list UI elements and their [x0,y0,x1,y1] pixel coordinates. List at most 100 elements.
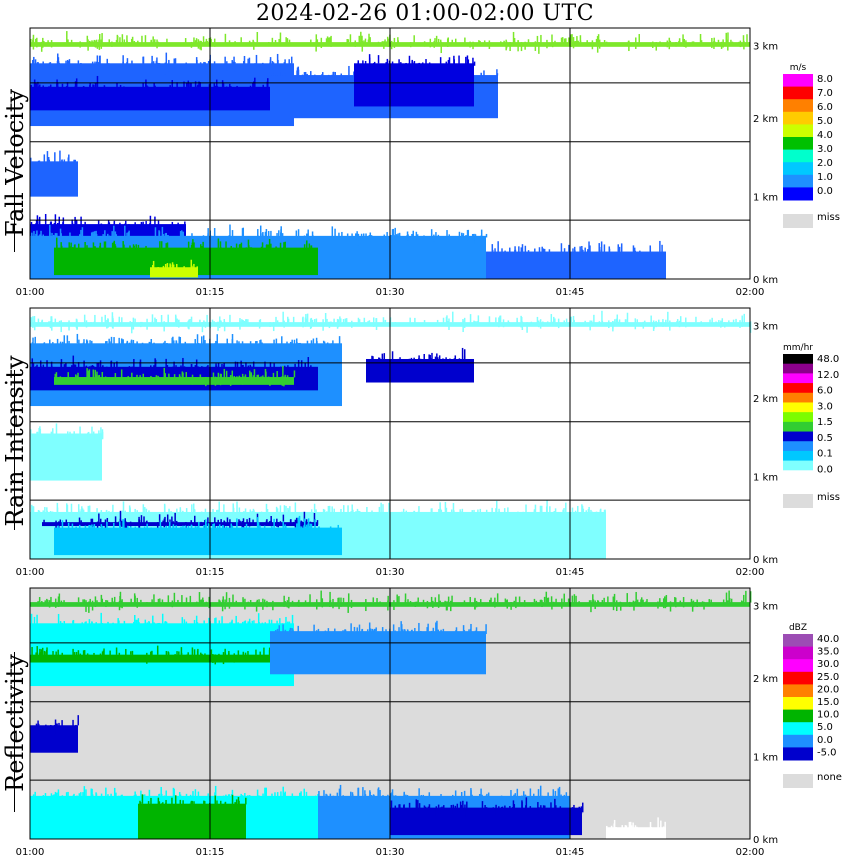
echo-speckle [322,319,324,331]
echo-speckle [125,648,127,660]
echo-speckle [524,245,527,254]
echo-speckle [310,340,313,348]
echo-speckle [276,620,278,628]
legend-swatch [783,373,813,384]
echo-speckle [241,621,244,632]
echo-speckle [36,431,38,435]
echo-speckle [313,624,315,635]
echo-speckle [57,596,60,605]
echo-speckle [160,793,163,800]
echo-speckle [539,505,542,517]
echo-speckle [244,652,247,657]
echo-speckle [292,521,295,525]
echo-speckle [361,40,364,52]
echo-speckle [300,360,303,372]
echo-speckle [298,343,300,348]
echo-speckle [190,246,193,253]
echo-speckle [220,519,222,524]
echo-speckle [448,602,450,605]
echo-speckle [435,232,437,242]
echo-speckle [413,510,415,519]
echo-speckle [232,247,235,253]
echo-speckle [557,318,560,329]
echo-speckle [305,524,308,529]
y-tick-label: 0 km [753,835,778,846]
echo-speckle [581,504,583,515]
echo-speckle [224,599,226,610]
echo-speckle [72,619,75,631]
echo-speckle [286,375,289,384]
echo-speckle [422,794,425,798]
echo-speckle [540,34,542,45]
echo-speckle [166,342,168,349]
echo-speckle [147,801,150,809]
legend-label: 30.0 [817,659,839,670]
echo-speckle [327,628,330,637]
echo-speckle [92,369,95,380]
echo-speckle [213,523,215,533]
echo-speckle [417,63,420,75]
echo-speckle [58,320,61,327]
echo-speckle [143,516,145,525]
echo-speckle [36,614,38,625]
echo-speckle [150,39,153,45]
echo-speckle [442,358,445,361]
y-tick-label: 0 km [753,275,778,286]
echo-speckle [520,317,523,327]
y-tick-label: 1 km [753,193,778,204]
echo-speckle [645,601,647,606]
y-tick-label: 2 km [753,114,778,125]
echo-speckle [89,340,91,347]
legend-swatch [783,634,813,648]
echo-speckle [692,41,695,46]
echo-speckle [204,41,207,46]
echo-speckle [39,360,42,372]
echo-speckle [517,511,519,517]
echo-speckle [436,319,439,327]
echo-speckle [182,800,184,809]
echo-speckle [256,789,259,797]
echo-speckle [291,793,294,797]
echo-speckle [47,40,49,46]
echo-speckle [542,321,544,326]
echo-speckle [429,38,432,48]
echo-speckle [150,375,152,385]
echo-speckle [370,358,373,362]
echo-speckle [552,601,555,606]
echo-speckle [161,613,164,625]
echo-speckle [145,245,147,249]
echo-speckle [266,600,268,608]
echo-speckle [453,358,456,361]
legend-swatch [783,149,813,163]
echo-speckle [57,649,59,657]
echo-speckle [181,617,184,630]
echo-speckle [42,85,44,97]
echo-speckle [259,525,261,530]
echo-speckle [276,233,278,239]
legend-swatch [783,412,813,423]
echo-speckle [331,506,333,515]
echo-speckle [230,86,232,90]
echo-speckle [39,84,41,87]
echo-speckle [113,220,116,225]
echo-speckle [57,789,60,798]
echo-speckle [86,653,89,656]
echo-speckle [177,599,179,606]
echo-speckle [434,38,436,44]
legend-swatch [783,162,813,176]
echo-speckle [73,224,76,231]
echo-speckle [134,222,136,226]
echo-speckle [162,342,165,346]
echo-speckle [428,804,431,810]
echo-speckle [394,322,397,325]
echo-speckle [126,232,128,237]
echo-speckle [108,39,111,47]
echo-speckle [247,319,249,327]
echo-speckle [55,792,58,798]
echo-speckle [501,806,504,811]
echo-speckle [87,510,90,518]
echo-speckle [377,788,379,800]
echo-speckle [224,527,227,533]
echo-speckle [227,527,229,531]
echo-speckle [201,653,203,657]
